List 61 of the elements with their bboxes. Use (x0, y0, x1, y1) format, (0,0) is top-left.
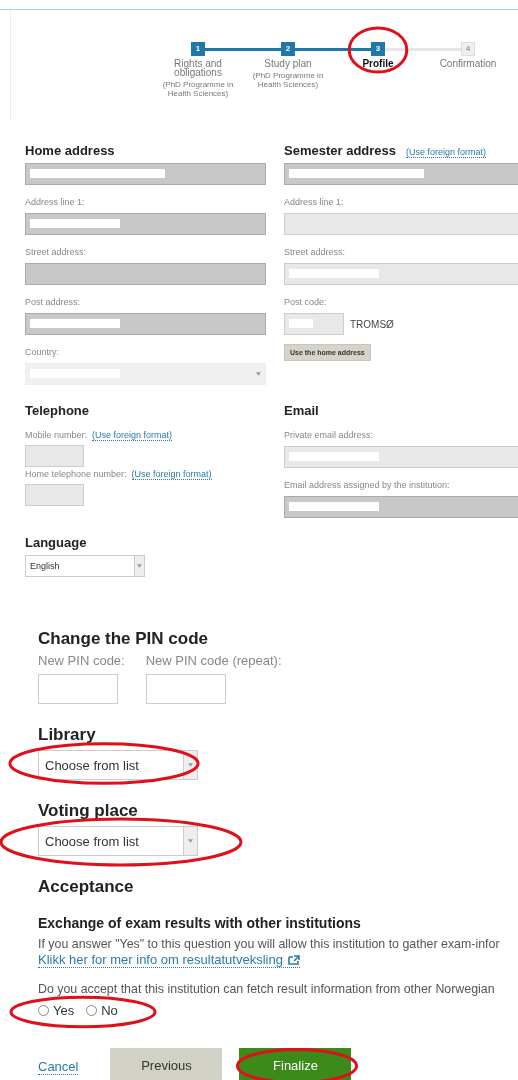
field-label: Street address: (25, 247, 88, 258)
phone-field[interactable] (25, 445, 84, 467)
field-label: Address line 1: (25, 197, 86, 208)
cancel-link[interactable]: Cancel (38, 1059, 79, 1075)
info-link[interactable]: Klikk her for mer info om resultatutveksling (38, 952, 300, 968)
step-number[interactable]: 2 (281, 42, 295, 56)
radio-label[interactable]: Yes (53, 1003, 75, 1018)
step-label: Study plan (263, 59, 313, 68)
pin-field[interactable] (38, 674, 118, 704)
field-label: Address line 1: (284, 197, 345, 208)
caret-icon (137, 564, 142, 568)
caret-icon (256, 372, 261, 376)
section-heading: Language (25, 535, 88, 550)
format-link[interactable]: (Use foreign format) (406, 147, 487, 158)
input-field[interactable] (284, 313, 344, 335)
input-field[interactable] (284, 213, 518, 235)
phone-field[interactable] (25, 484, 84, 506)
input-field[interactable] (284, 263, 518, 285)
section-heading: Home address (25, 143, 116, 158)
field-label: Mobile number: (25, 430, 88, 441)
step-number[interactable]: 3 (371, 42, 385, 56)
step-label: Rights and obligations (173, 59, 223, 77)
radio-label[interactable]: No (101, 1003, 118, 1018)
previous-button[interactable]: Previous (110, 1048, 223, 1080)
step-label: Profile (361, 59, 395, 68)
section-heading: Email (284, 403, 320, 418)
section-heading: Change the PIN code (38, 629, 210, 649)
step-number[interactable]: 1 (191, 42, 205, 56)
dropdown[interactable]: Choose from list (38, 750, 198, 780)
field-label: Home telephone number: (25, 469, 127, 480)
caret-icon (188, 839, 193, 843)
external-link-icon (287, 954, 300, 965)
field-label: New PIN code (repeat): (145, 653, 282, 669)
question-text: Do you accept that this institution can fetch result information from other Norwegian (38, 981, 496, 997)
input-field[interactable] (284, 446, 518, 468)
dropdown[interactable]: Choose from list (38, 826, 198, 856)
subheading: Exchange of exam results with other institutions (38, 915, 362, 932)
section-heading: Telephone (25, 403, 91, 418)
section-heading: Acceptance (38, 877, 135, 897)
place-name: TROMSØ (350, 318, 394, 330)
language-select[interactable]: English (25, 555, 145, 577)
format-link[interactable]: (Use foreign format) (92, 430, 173, 441)
radio-button[interactable] (38, 1005, 49, 1016)
section-heading: Voting place (38, 801, 139, 821)
field-label: Country: (25, 347, 60, 358)
info-text: If you answer "Yes" to this question you will allow this institution to gather exam-infor (38, 936, 501, 952)
caret-icon (188, 763, 193, 767)
field-label: New PIN code: (38, 653, 125, 669)
radio-button[interactable] (86, 1005, 98, 1016)
pin-field[interactable] (145, 674, 226, 704)
section-heading: Library (38, 725, 97, 745)
field-label: Post address: (25, 297, 82, 308)
section-heading: Semester address (284, 143, 396, 158)
field-label: Street address: (284, 247, 347, 258)
step-sublabel: (PhD Programme in Health Sciences) (251, 71, 325, 89)
step-sublabel: (PhD Programme in Health Sciences) (161, 80, 235, 98)
step-label: Confirmation (438, 59, 498, 68)
format-link[interactable]: (Use foreign format) (131, 469, 212, 480)
field-label: Post code: (284, 297, 328, 308)
field-label: Email address assigned by the institution: (284, 480, 451, 491)
field-label: Private email address: (284, 430, 375, 441)
